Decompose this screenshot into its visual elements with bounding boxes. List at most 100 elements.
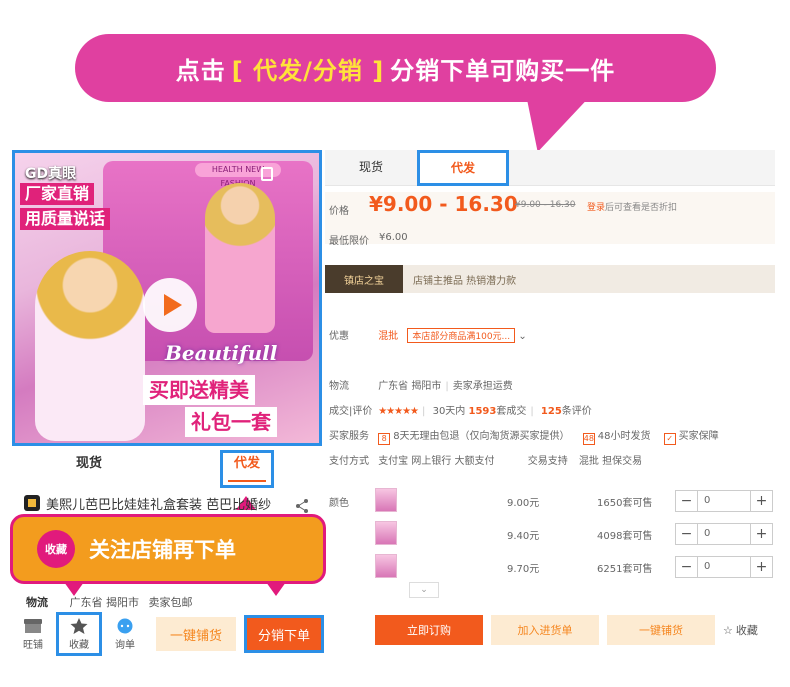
login-hint: 登录后可查看是否折扣 [587, 200, 677, 213]
desktop-tabs: 现货 代发 [325, 150, 775, 186]
banner-prefix: 点击 [175, 56, 226, 85]
sku-thumbnail[interactable] [375, 554, 397, 578]
order-now-button[interactable]: 立即订购 [375, 615, 483, 645]
shipping-region: 广东省 揭阳市 [69, 596, 140, 609]
return-icon: 8 [378, 433, 391, 445]
min-price-value: ¥6.00 [379, 232, 408, 243]
plus-button[interactable]: + [750, 557, 772, 577]
store-button[interactable]: 旺铺 [10, 612, 56, 656]
chat-icon [117, 618, 133, 633]
play-icon[interactable] [143, 278, 197, 332]
shop-treasure-bar: 镇店之宝 店铺主推品 热销潜力款 [325, 265, 775, 293]
quantity-input[interactable]: 0 [698, 524, 750, 544]
product-video[interactable]: HEALTH NEW FASHION ‹ GD真眼 厂家直销 用质量说话 Bea… [12, 150, 322, 446]
add-to-cart-button[interactable]: 加入进货单 [491, 615, 599, 645]
quantity-input[interactable]: 0 [698, 557, 750, 577]
tab-dropship[interactable]: 代发 [168, 450, 326, 488]
service-ship: 48小时发货 [597, 431, 651, 442]
store-label: 旺铺 [23, 639, 43, 651]
logistics-note: 卖家承担运费 [452, 381, 513, 392]
favorite-label: 收藏 [69, 639, 89, 651]
quantity-stepper: − 0 + [675, 523, 773, 545]
plus-button[interactable]: + [750, 491, 772, 511]
trade-methods: 混批 担保交易 [578, 456, 643, 467]
product-title: 美熙儿芭巴比娃娃礼盒套装 芭巴比婚纱 [24, 492, 314, 514]
quantity-stepper: − 0 + [675, 556, 773, 578]
store-badge-icon [24, 495, 40, 511]
follow-store-callout: 收藏 关注店铺再下单 [10, 514, 326, 584]
rating-stars: ★★★★★ [378, 406, 419, 417]
logistics-row: 物流 广东省 揭阳市 | 卖家承担运费 [329, 377, 513, 392]
clock-icon: 48 [582, 433, 595, 445]
promo-type: 混批 [378, 331, 399, 342]
quantity-stepper: − 0 + [675, 490, 773, 512]
review-count[interactable]: 125 [541, 406, 562, 417]
product-title-text: 美熙儿芭巴比娃娃礼盒套装 芭巴比婚纱 [46, 497, 272, 513]
share-icon[interactable] [294, 498, 310, 514]
banner-suffix: 分销下单可购买一件 [390, 56, 616, 85]
doll-image [35, 251, 145, 441]
inquiry-button[interactable]: 询单 [102, 612, 148, 656]
sku-thumbnail[interactable] [375, 488, 397, 512]
rating-row: 成交|评价 ★★★★★ | 30天内 1593套成交 | 125条评价 [329, 402, 592, 417]
desktop-product-page: 现货 代发 价格 ¥9.00 - 16.30 ¥9.00 - 16.30 登录后… [325, 150, 775, 650]
favorite-button[interactable]: 收藏 [56, 612, 102, 656]
instruction-banner: 点击 [ 代发/分销 ] 分销下单可购买一件 [75, 34, 716, 102]
screenshot-root: 点击 [ 代发/分销 ] 分销下单可购买一件 HEALTH NEW FASHIO… [0, 0, 790, 687]
payment-label: 支付方式 [329, 456, 369, 467]
minus-button[interactable]: − [676, 524, 698, 544]
banner-pointer [503, 96, 591, 152]
sku-stock: 1650套可售 [597, 498, 653, 509]
chevron-down-icon[interactable]: ⌄ [518, 331, 526, 342]
trade-label: 交易支持 [527, 456, 568, 467]
tab-spot[interactable]: 现货 [10, 450, 168, 486]
store-icon [24, 618, 42, 633]
tab-dropship[interactable]: 代发 [417, 150, 509, 186]
shop-treasure-badge: 镇店之宝 [325, 265, 403, 293]
doll-image-small [205, 183, 275, 333]
distribution-order-button[interactable]: 分销下单 [244, 615, 324, 653]
minus-button[interactable]: − [676, 491, 698, 511]
review-suffix: 条评价 [561, 406, 592, 417]
promo-tag[interactable]: 本店部分商品满100元... [407, 328, 516, 343]
shield-icon: ✓ [663, 433, 676, 445]
one-click-list-button[interactable]: 一键铺货 [156, 617, 236, 651]
sku-stock: 4098套可售 [597, 531, 653, 542]
login-link[interactable]: 登录 [587, 203, 605, 213]
rating-period: 30天内 [432, 406, 466, 417]
favorite-badge: 收藏 [37, 530, 75, 568]
service-protect: 买家保障 [678, 431, 719, 442]
promo-label: 优惠 [329, 331, 349, 342]
plus-button[interactable]: + [750, 524, 772, 544]
favorite-button[interactable]: ☆ 收藏 [723, 615, 771, 645]
one-click-list-button[interactable]: 一键铺货 [607, 615, 715, 645]
login-hint-text: 后可查看是否折扣 [605, 203, 678, 213]
min-price-label: 最低限价 [329, 236, 369, 247]
star-icon [70, 617, 88, 634]
rating-label: 成交|评价 [329, 406, 373, 417]
shop-treasure-text: 店铺主推品 热销潜力款 [413, 275, 517, 287]
follow-store-text: 关注店铺再下单 [89, 538, 236, 562]
service-label: 买家服务 [329, 431, 369, 442]
highlight-frame [220, 450, 274, 488]
price-range: ¥9.00 - 16.30 [369, 192, 518, 216]
promo-tag-1: 厂家直销 [20, 183, 95, 205]
expand-more-icon[interactable]: ⌄ [409, 582, 439, 598]
sku-row: 9.00元 1650套可售 − 0 + [325, 486, 775, 516]
shipping-label: 物流 [26, 596, 48, 609]
service-return: 8天无理由包退（仅向淘货源买家提供） [393, 431, 570, 442]
product-logo: Beautifull [165, 341, 278, 365]
deal-suffix: 套成交 [496, 406, 527, 417]
quantity-input[interactable]: 0 [698, 491, 750, 511]
arrow-down-icon [266, 582, 286, 596]
mobile-product-page: HEALTH NEW FASHION ‹ GD真眼 厂家直销 用质量说话 Bea… [10, 148, 326, 658]
gift-promo-2: 礼包一套 [185, 407, 277, 437]
tab-spot[interactable]: 现货 [325, 150, 417, 185]
brand-label: GD真眼 [25, 166, 77, 182]
copy-icon[interactable] [261, 167, 273, 181]
sku-row: 9.40元 4098套可售 − 0 + [325, 519, 775, 549]
sku-thumbnail[interactable] [375, 521, 397, 545]
minus-button[interactable]: − [676, 557, 698, 577]
favorite-label: 收藏 [735, 624, 758, 637]
logistics-region: 广东省 揭阳市 [378, 381, 442, 392]
